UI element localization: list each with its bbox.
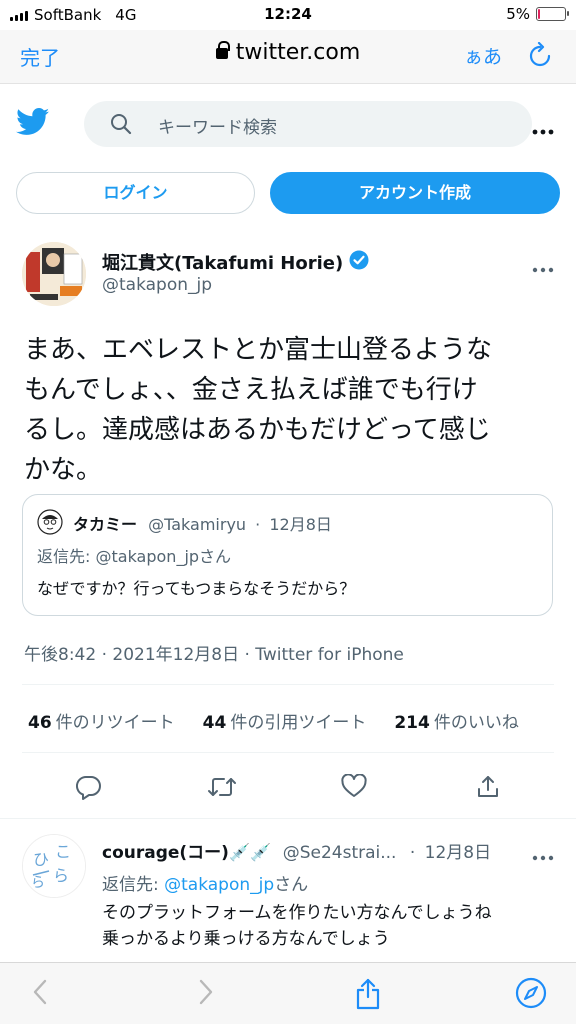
reply-tweet[interactable]: ひ こ ら ら courage(コー)💉💉 @Se24strai... · 12… (0, 824, 576, 964)
likes-label: 件のいいね (433, 713, 519, 733)
quote-reply-prefix: 返信先: (37, 547, 96, 566)
likes-stat[interactable]: 214 件のいいね (394, 708, 519, 733)
search-placeholder: キーワード検索 (158, 118, 277, 138)
battery-fill (538, 9, 540, 19)
reply-avatar[interactable]: ひ こ ら ら (22, 834, 86, 898)
share-icon[interactable] (475, 774, 501, 804)
reply-text-line: 乗っかるより乗っける方なんでしょう (102, 929, 390, 949)
tweet-meta: 午後8:42 · 2021年12月8日 · Twitter for iPhone (24, 645, 404, 665)
likes-count: 214 (394, 713, 430, 733)
twitter-bird-icon[interactable] (16, 108, 50, 140)
author-handle[interactable]: @takapon_jp (102, 275, 212, 295)
quote-avatar (37, 509, 63, 535)
quote-reply-handle: @takapon_jp (95, 547, 200, 566)
svg-text:ひ: ひ (33, 850, 49, 869)
tweet-text-line: もんでしょ、、金さえ払えば誰でも行け (24, 375, 478, 405)
tweet-text-line: るし。達成感はあるかもだけどって感じ (24, 415, 491, 445)
tweet-text-line: まあ、エベレストとか富士山登るような (24, 335, 493, 365)
browser-toolbar (0, 962, 576, 1024)
reply-name: courage(コー)💉💉 (102, 843, 272, 863)
svg-text:こ: こ (55, 842, 71, 861)
reply-text-line: そのプラットフォームを作りたい方なんでしょうね (102, 903, 492, 923)
twitter-header: キーワード検索 (0, 86, 576, 162)
reply-icon[interactable] (75, 774, 102, 804)
divider (22, 684, 554, 685)
quote-reply-suffix: さん (199, 547, 232, 566)
reply-more-icon[interactable] (532, 846, 554, 865)
quoted-tweet[interactable]: タカミー @Takamiryu · 12月8日 返信先: @takapon_jp… (22, 494, 553, 616)
search-icon (110, 113, 132, 140)
quote-reply-to: 返信先: @takapon_jpさん (37, 543, 231, 567)
reply-text: そのプラットフォームを作りたい方なんでしょうね 乗っかるより乗っける方なんでしょ… (102, 900, 492, 952)
author-avatar[interactable] (22, 242, 86, 306)
status-bar: SoftBank 4G 12:24 5% (0, 0, 576, 30)
forward-icon[interactable] (196, 977, 216, 1011)
quote-date: 12月8日 (269, 515, 332, 534)
retweets-label: 件のリツイート (55, 713, 175, 733)
reply-reply-handle[interactable]: @takapon_jp (164, 875, 274, 895)
tweet-text: まあ、エベレストとか富士山登るような もんでしょ、、金さえ払えば誰でも行け るし… (24, 330, 554, 490)
verified-badge-icon (349, 250, 369, 275)
quote-handle: @Takamiryu (148, 515, 247, 534)
url-text: twitter.com (235, 40, 361, 65)
search-input[interactable]: キーワード検索 (84, 101, 532, 147)
tweet-header: 堀江貴文(Takafumi Horie) @takapon_jp (0, 240, 576, 310)
quote-name: タカミー (73, 515, 138, 534)
browser-top-bar: 完了 twitter.com ぁあ (0, 30, 576, 84)
svg-text:ら: ら (53, 866, 69, 885)
more-icon[interactable] (532, 120, 554, 139)
like-icon[interactable] (341, 773, 367, 802)
tweet-stats: 46 件のリツイート 44 件の引用ツイート 214 件のいいね (28, 708, 519, 733)
reply-reply-prefix: 返信先: (102, 875, 165, 895)
reload-icon[interactable] (528, 41, 552, 72)
reply-handle: @Se24strai... (282, 843, 397, 863)
reply-dot: · (409, 843, 416, 863)
tweet-actions (0, 768, 576, 808)
lock-icon (215, 41, 230, 59)
text-size-button[interactable]: ぁあ (464, 42, 502, 69)
retweets-stat[interactable]: 46 件のリツイート (28, 708, 175, 733)
reply-date: 12月8日 (424, 843, 492, 863)
divider (0, 818, 576, 819)
divider (22, 752, 554, 753)
reply-reply-to: 返信先: @takapon_jpさん (102, 870, 308, 895)
quote-text: なぜですか？行ってもつまらなそうだから？ (37, 579, 356, 598)
back-icon[interactable] (30, 977, 50, 1011)
retweet-icon[interactable] (207, 774, 237, 804)
battery-icon (536, 7, 569, 21)
compass-icon[interactable] (515, 977, 547, 1013)
author-name-text: 堀江貴文(Takafumi Horie) (102, 253, 344, 274)
reply-reply-suffix: さん (274, 875, 309, 895)
quotes-stat[interactable]: 44 件の引用ツイート (203, 708, 367, 733)
quotes-count: 44 (202, 713, 227, 733)
battery-percent: 5% (506, 5, 530, 23)
quote-author: タカミー @Takamiryu · 12月8日 (73, 511, 332, 535)
quotes-label: 件の引用ツイート (230, 713, 367, 733)
share-sheet-icon[interactable] (354, 977, 382, 1015)
tweet-text-line: かな。 (24, 455, 103, 485)
status-time: 12:24 (264, 5, 312, 23)
signup-button[interactable]: アカウント作成 (270, 172, 560, 214)
svg-text:ら: ら (31, 875, 45, 891)
quote-dot: · (255, 515, 261, 534)
tweet-more-icon[interactable] (532, 258, 554, 277)
author-name[interactable]: 堀江貴文(Takafumi Horie) (102, 249, 369, 275)
retweets-count: 46 (28, 713, 52, 733)
reply-author: courage(コー)💉💉 @Se24strai... · 12月8日 (102, 838, 491, 863)
status-right: 5% (506, 5, 569, 23)
login-button[interactable]: ログイン (16, 172, 255, 214)
